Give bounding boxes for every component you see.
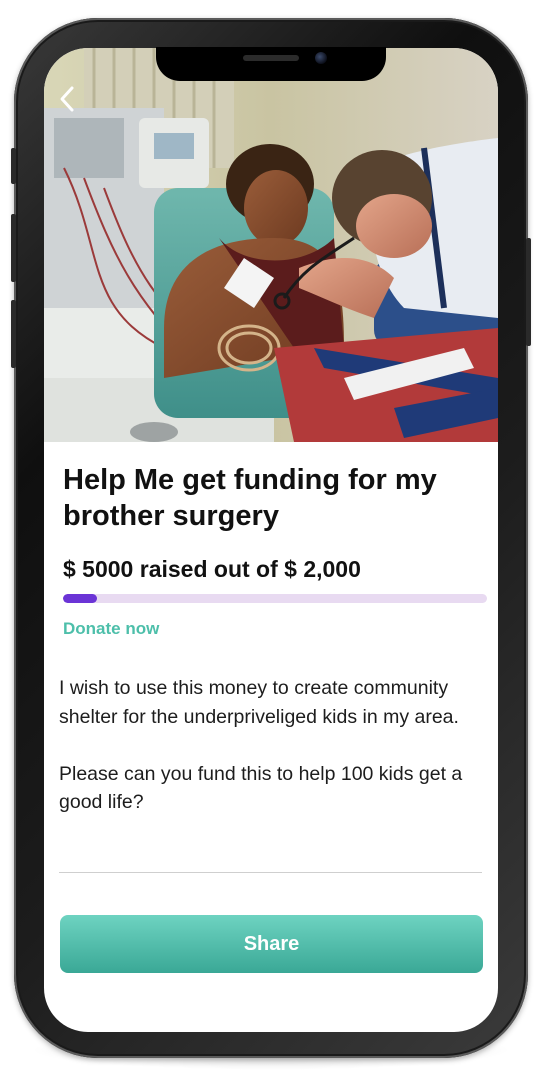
back-button[interactable]: [56, 84, 80, 114]
volume-up-button: [11, 214, 16, 282]
notch: [156, 47, 386, 81]
donate-now-link[interactable]: Donate now: [63, 619, 159, 639]
campaign-description: I wish to use this money to create commu…: [59, 677, 463, 813]
hero-image: [44, 48, 498, 442]
app-screen: Help Me get funding for my brother surge…: [44, 48, 498, 1032]
campaign-title: Help Me get funding for my brother surge…: [63, 464, 437, 532]
funding-progress-bar: [63, 594, 487, 603]
raised-amount: $ 5000 raised out of $ 2,000: [63, 556, 361, 582]
funding-progress-fill: [63, 594, 97, 603]
power-button: [526, 238, 531, 346]
device-mockup: Help Me get funding for my brother surge…: [0, 0, 542, 1079]
divider: [59, 872, 482, 873]
share-button[interactable]: Share: [60, 915, 483, 973]
speaker-grille: [243, 55, 299, 61]
hero-photo: [44, 48, 498, 442]
front-camera: [315, 52, 327, 64]
chevron-left-icon: [60, 86, 74, 112]
volume-down-button: [11, 300, 16, 368]
mute-switch: [11, 148, 16, 184]
